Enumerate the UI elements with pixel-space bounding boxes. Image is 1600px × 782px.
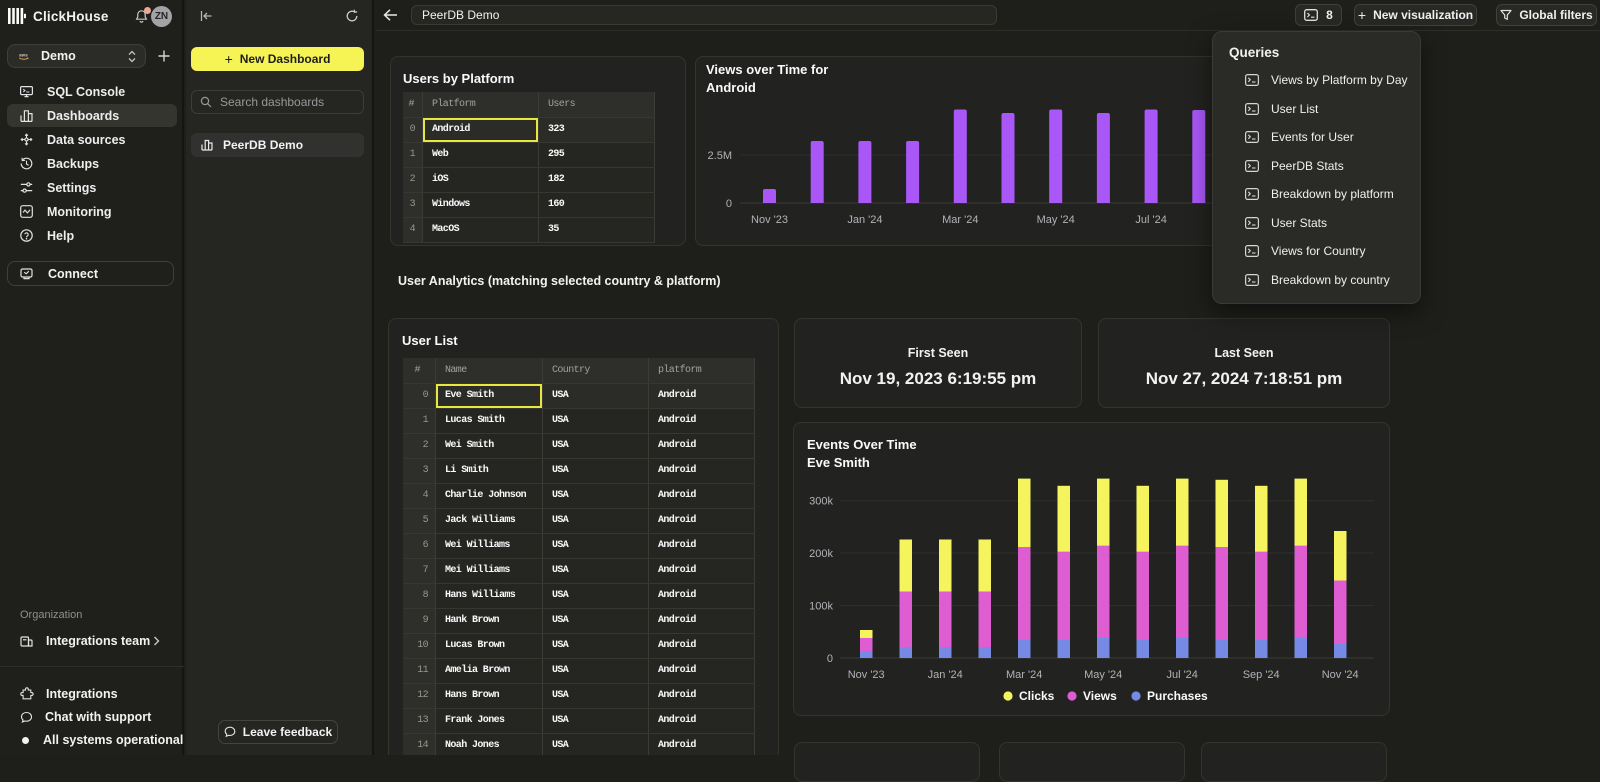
svg-text:May '24: May '24 bbox=[1084, 669, 1122, 681]
svg-text:Mar '24: Mar '24 bbox=[942, 214, 978, 226]
svg-text:Views: Views bbox=[1083, 689, 1117, 703]
svg-text:100k: 100k bbox=[809, 601, 833, 613]
svg-text:0: 0 bbox=[827, 653, 833, 665]
svg-text:Jan '24: Jan '24 bbox=[928, 669, 963, 681]
svg-text:Nov '24: Nov '24 bbox=[1322, 669, 1359, 681]
svg-text:Jul '24: Jul '24 bbox=[1135, 214, 1166, 226]
svg-text:Eve Smith: Eve Smith bbox=[807, 455, 870, 470]
svg-text:Jan '24: Jan '24 bbox=[847, 214, 882, 226]
svg-text:Purchases: Purchases bbox=[1147, 689, 1208, 703]
svg-text:2.5M: 2.5M bbox=[708, 150, 732, 162]
svg-text:0: 0 bbox=[726, 198, 732, 210]
svg-text:Mar '24: Mar '24 bbox=[1006, 669, 1042, 681]
svg-text:Events Over Time: Events Over Time bbox=[807, 437, 917, 452]
svg-text:Jul '24: Jul '24 bbox=[1166, 669, 1197, 681]
svg-text:Nov '23: Nov '23 bbox=[751, 214, 788, 226]
svg-text:May '24: May '24 bbox=[1037, 214, 1075, 226]
svg-text:Nov '23: Nov '23 bbox=[848, 669, 885, 681]
svg-text:Android: Android bbox=[706, 80, 756, 95]
svg-text:300k: 300k bbox=[809, 496, 833, 508]
svg-text:Sep '24: Sep '24 bbox=[1243, 669, 1280, 681]
svg-text:aws: aws bbox=[19, 52, 28, 57]
svg-text:200k: 200k bbox=[809, 548, 833, 560]
svg-text:Clicks: Clicks bbox=[1019, 689, 1055, 703]
svg-text:Views over Time for: Views over Time for bbox=[706, 62, 828, 77]
